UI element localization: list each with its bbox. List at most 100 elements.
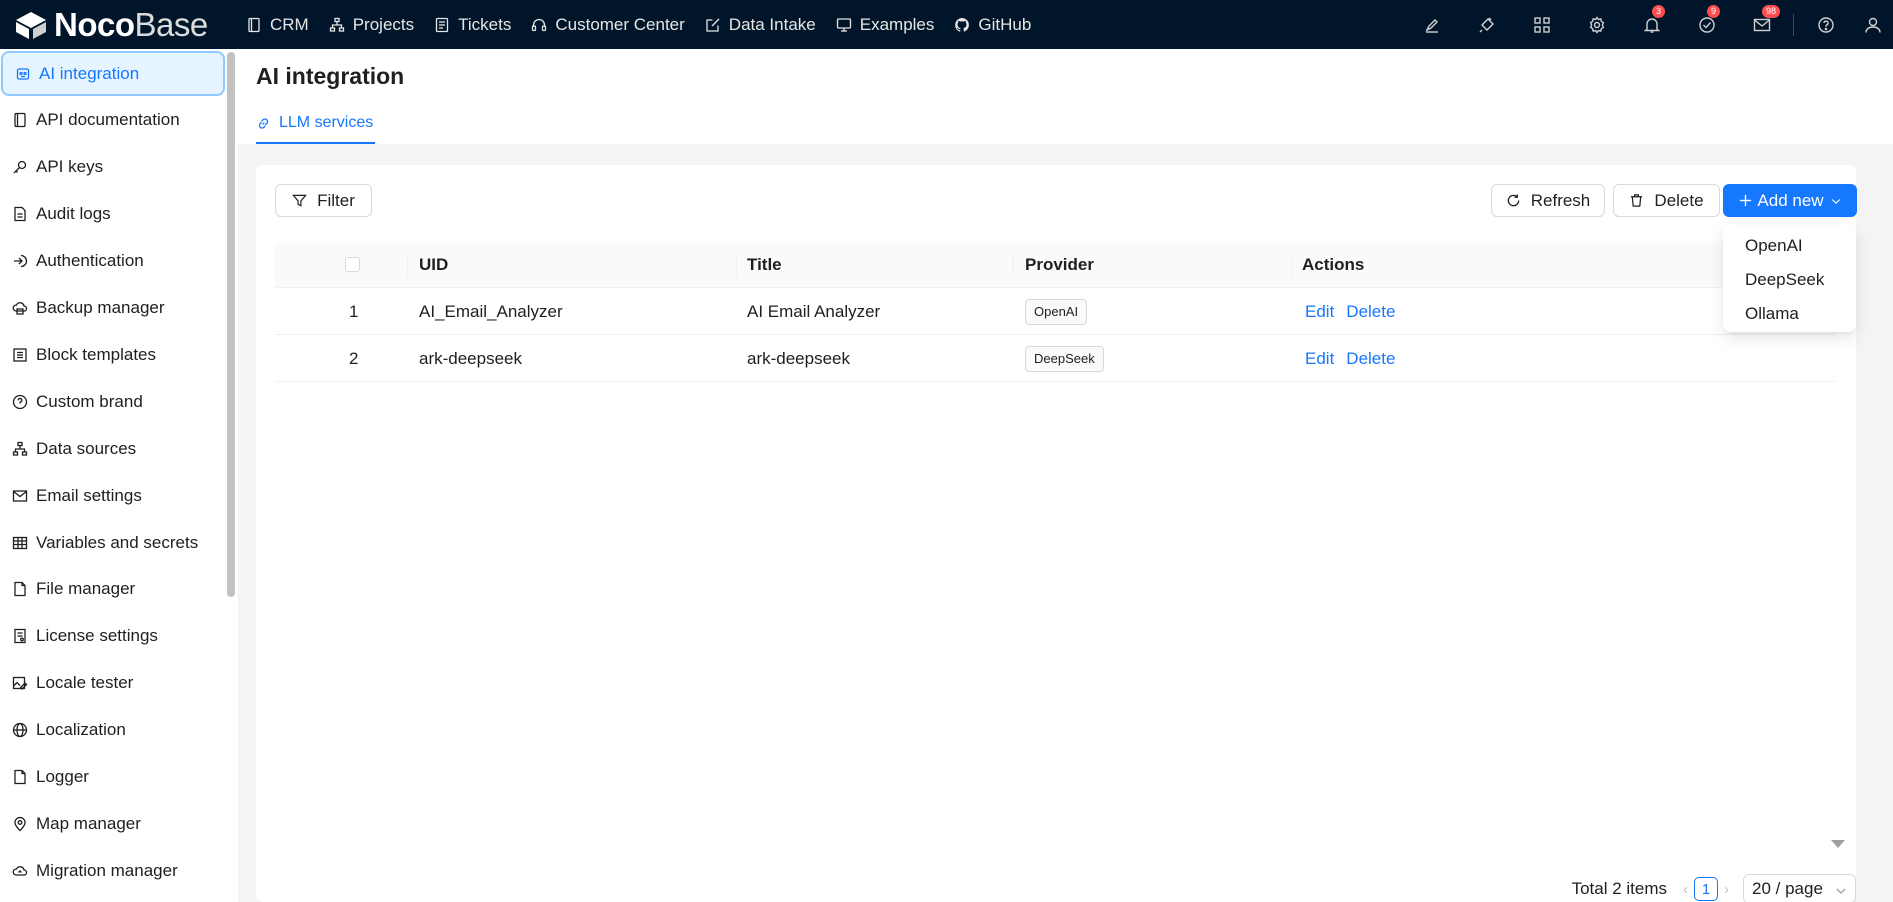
nav-item-examples[interactable]: Examples bbox=[836, 0, 934, 49]
sidebar-item-label: Localization bbox=[36, 720, 126, 740]
column-header-uid[interactable]: UID bbox=[419, 241, 448, 288]
nav-item-tickets[interactable]: Tickets bbox=[434, 0, 511, 49]
github-icon bbox=[955, 17, 970, 32]
llm-services-table: UID Title Provider Actions 1 AI_Email_Ana… bbox=[275, 241, 1835, 382]
layout-icon bbox=[13, 348, 27, 362]
llm-services-card: Filter Refresh Delete Add new UID Title … bbox=[256, 165, 1857, 902]
page-item-current[interactable]: 1 bbox=[1694, 877, 1718, 901]
filter-label: Filter bbox=[317, 190, 355, 210]
settings-button[interactable] bbox=[1569, 0, 1624, 49]
sidebar-item-email-settings[interactable]: Email settings bbox=[0, 473, 225, 518]
tab-label: LLM services bbox=[279, 114, 374, 131]
plugin-icon bbox=[1479, 17, 1494, 32]
select-all-checkbox[interactable] bbox=[345, 257, 360, 272]
edit-link[interactable]: Edit bbox=[1305, 349, 1334, 369]
sidebar-item-backup-manager[interactable]: Backup manager bbox=[0, 286, 225, 331]
column-divider bbox=[736, 254, 737, 276]
cell-uid: ark-deepseek bbox=[419, 348, 523, 368]
sidebar-item-label: Email settings bbox=[36, 485, 142, 505]
notifications-button[interactable]: 3 bbox=[1624, 0, 1679, 49]
tasks-button[interactable]: 9 bbox=[1679, 0, 1734, 49]
file-icon bbox=[14, 769, 26, 785]
sidebar-item-label: API keys bbox=[36, 157, 104, 177]
delete-link[interactable]: Delete bbox=[1346, 349, 1395, 369]
cell-actions: Edit Delete bbox=[1305, 288, 1407, 335]
sidebar-item-label: License settings bbox=[36, 626, 158, 646]
book-icon bbox=[248, 17, 260, 32]
dropdown-option-ollama[interactable]: Ollama bbox=[1727, 297, 1852, 331]
sidebar-item-block-templates[interactable]: Block templates bbox=[0, 332, 225, 377]
nav-item-projects[interactable]: Projects bbox=[329, 0, 414, 49]
user-icon bbox=[1865, 17, 1881, 33]
chevron-down-icon bbox=[1831, 198, 1840, 204]
sidebar-item-audit-logs[interactable]: Audit logs bbox=[0, 192, 225, 237]
column-header-provider[interactable]: Provider bbox=[1025, 241, 1094, 288]
sidebar-item-migration-manager[interactable]: Migration manager bbox=[0, 848, 225, 893]
delete-link[interactable]: Delete bbox=[1346, 302, 1395, 322]
image-edit-icon bbox=[12, 677, 28, 691]
notifications-badge: 3 bbox=[1652, 5, 1666, 18]
nav-item-data-intake[interactable]: Data Intake bbox=[705, 0, 816, 49]
dropdown-option-openai[interactable]: OpenAI bbox=[1727, 229, 1852, 263]
key-icon bbox=[13, 161, 27, 174]
filter-button[interactable]: Filter bbox=[275, 184, 372, 217]
provider-tag: OpenAI bbox=[1025, 298, 1088, 325]
org-chart-icon bbox=[329, 17, 344, 32]
file-text-icon bbox=[14, 207, 26, 222]
sidebar-item-localization[interactable]: Localization bbox=[0, 708, 225, 753]
sidebar-scrollbar[interactable] bbox=[227, 52, 235, 597]
nav-item-label: Projects bbox=[352, 14, 415, 34]
sidebar-item-label: API documentation bbox=[36, 110, 180, 130]
mail-icon bbox=[12, 489, 28, 502]
sidebar-item-api-keys[interactable]: API keys bbox=[0, 145, 225, 190]
sidebar-item-map-manager[interactable]: Map manager bbox=[0, 801, 225, 846]
prev-page-icon[interactable]: ‹ bbox=[1683, 881, 1688, 898]
nav-item-customer-center[interactable]: Customer Center bbox=[531, 0, 685, 49]
sidebar-item-api-documentation[interactable]: API documentation bbox=[0, 98, 225, 143]
question-circle-icon bbox=[1817, 16, 1834, 33]
nocobase-logo[interactable]: NocoBase bbox=[14, 0, 224, 49]
license-icon bbox=[14, 629, 26, 644]
nav-item-github[interactable]: GitHub bbox=[954, 0, 1031, 49]
sidebar-item-custom-brand[interactable]: Custom brand bbox=[0, 379, 225, 424]
sidebar-item-authentication[interactable]: Authentication bbox=[0, 239, 225, 284]
plugin-button[interactable] bbox=[1459, 0, 1514, 49]
question-circle-icon bbox=[12, 394, 28, 409]
dropdown-option-deepseek[interactable]: DeepSeek bbox=[1727, 263, 1852, 297]
row-index: 2 bbox=[349, 348, 359, 368]
bell-icon bbox=[1643, 17, 1660, 33]
logo-mark-icon bbox=[14, 10, 48, 40]
column-header-title[interactable]: Title bbox=[747, 241, 782, 288]
tab-llm-services[interactable]: LLM services bbox=[256, 104, 376, 144]
next-page-icon[interactable]: › bbox=[1724, 881, 1729, 898]
table-body: 1 AI_Email_Analyzer AI Email Analyzer OpenA… bbox=[275, 288, 1835, 382]
sidebar-item-file-manager[interactable]: File manager bbox=[0, 567, 225, 612]
edit-link[interactable]: Edit bbox=[1305, 302, 1334, 322]
sidebar-item-label: Logger bbox=[36, 767, 89, 786]
select-all-cell bbox=[345, 241, 365, 288]
delete-button[interactable]: Delete bbox=[1613, 184, 1720, 217]
logo-text-light: Base bbox=[134, 5, 209, 43]
filter-icon bbox=[292, 194, 308, 207]
mail-button[interactable]: 98 bbox=[1734, 0, 1789, 49]
page-size-select[interactable]: 20 / page bbox=[1743, 874, 1856, 902]
refresh-button[interactable]: Refresh bbox=[1491, 184, 1605, 217]
cell-provider: OpenAI bbox=[1025, 288, 1088, 335]
sidebar-item-ai-integration[interactable]: AI integration bbox=[1, 51, 225, 96]
highlighter-button[interactable] bbox=[1404, 0, 1459, 49]
user-button[interactable] bbox=[1853, 0, 1893, 49]
sidebar-item-license-settings[interactable]: License settings bbox=[0, 614, 225, 659]
scroll-down-arrow-icon[interactable] bbox=[1831, 840, 1845, 848]
cell-uid: AI_Email_Analyzer bbox=[419, 301, 563, 321]
sidebar-item-locale-tester[interactable]: Locale tester bbox=[0, 661, 225, 706]
nav-item-crm[interactable]: CRM bbox=[246, 0, 309, 49]
sidebar-item-logger[interactable]: Logger bbox=[0, 755, 225, 800]
tasks-badge: 9 bbox=[1707, 5, 1721, 18]
sidebar-item-variables-and-secrets[interactable]: Variables and secrets bbox=[0, 520, 225, 565]
apps-button[interactable] bbox=[1514, 0, 1569, 49]
sidebar-item-data-sources[interactable]: Data sources bbox=[0, 426, 225, 471]
logo-text-bold: Noco bbox=[54, 5, 135, 43]
mail-icon bbox=[1753, 18, 1770, 31]
help-button[interactable] bbox=[1798, 0, 1853, 49]
add-new-button[interactable]: Add new bbox=[1723, 184, 1857, 217]
